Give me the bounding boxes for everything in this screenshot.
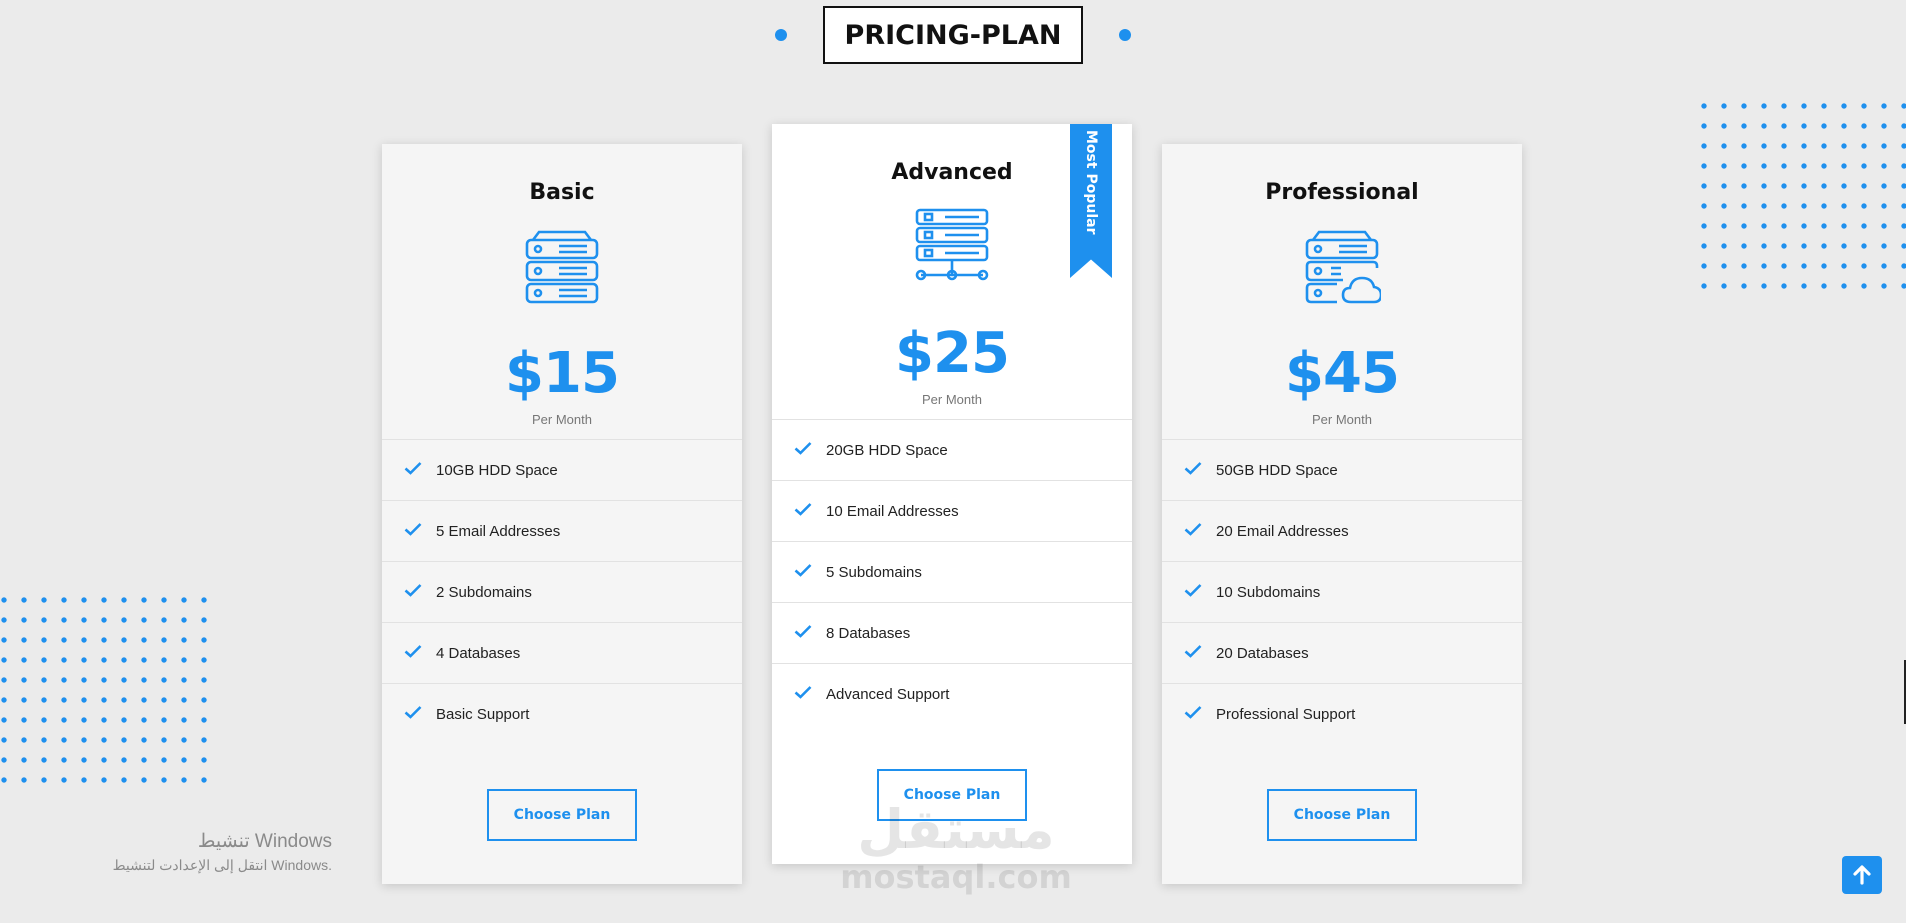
- feature-label: 2 Subdomains: [436, 583, 532, 601]
- check-icon: [404, 461, 426, 479]
- feature-label: 8 Databases: [826, 624, 911, 642]
- check-icon: [404, 644, 426, 662]
- windows-activation-notice: تنشيط Windows انتقل إلى الإعدادت لتنشيط …: [96, 830, 332, 874]
- title-dot-right: [1119, 29, 1132, 41]
- plan-card-basic: Basic $15 Per Month 10GB HDD Space 5 Ema…: [382, 144, 742, 884]
- plan-name: Basic: [529, 180, 595, 205]
- check-icon: [404, 705, 426, 723]
- feature-item: 2 Subdomains: [382, 562, 742, 623]
- feature-label: Professional Support: [1216, 705, 1356, 723]
- check-icon: [1184, 583, 1206, 601]
- choose-plan-button[interactable]: Choose Plan: [1267, 789, 1417, 841]
- feature-label: 5 Email Addresses: [436, 522, 561, 540]
- check-icon: [1184, 461, 1206, 479]
- feature-label: 5 Subdomains: [826, 563, 922, 581]
- page-title: PRICING-PLAN: [822, 6, 1084, 64]
- plan-period: Per Month: [532, 412, 592, 427]
- feature-label: 4 Databases: [436, 644, 521, 662]
- feature-item: 10GB HDD Space: [382, 440, 742, 501]
- choose-plan-button[interactable]: Choose Plan: [487, 789, 637, 841]
- feature-label: Basic Support: [436, 705, 530, 723]
- decor-dots-left: [0, 590, 210, 790]
- feature-item: 5 Subdomains: [772, 542, 1132, 603]
- feature-label: 50GB HDD Space: [1216, 461, 1338, 479]
- most-popular-ribbon: Most Popular: [1070, 124, 1112, 278]
- windows-activation-subtitle: انتقل إلى الإعدادت لتنشيط Windows.: [112, 857, 332, 873]
- check-icon: [404, 522, 426, 540]
- check-icon: [1184, 644, 1206, 662]
- feature-item: 10 Email Addresses: [772, 481, 1132, 542]
- feature-label: 20 Databases: [1216, 644, 1309, 662]
- check-icon: [794, 563, 816, 581]
- watermark-arabic: مستقل: [857, 798, 1055, 861]
- plan-price: $25: [895, 321, 1010, 386]
- feature-item: 20GB HDD Space: [772, 420, 1132, 481]
- feature-item: 20 Email Addresses: [1162, 501, 1522, 562]
- check-icon: [1184, 522, 1206, 540]
- feature-label: 20GB HDD Space: [826, 441, 948, 459]
- check-icon: [794, 685, 816, 703]
- feature-item: Advanced Support: [772, 664, 1132, 724]
- feature-list: 10GB HDD Space 5 Email Addresses 2 Subdo…: [382, 439, 742, 744]
- server-cloud-icon: [1162, 228, 1522, 312]
- feature-label: Advanced Support: [826, 685, 950, 703]
- watermark-latin: mostaql.com: [840, 858, 1072, 896]
- arrow-up-icon: [1853, 865, 1871, 885]
- plan-card-advanced: Most Popular Advanced $25 Per Month 20GB…: [772, 124, 1132, 864]
- plan-period: Per Month: [1312, 412, 1372, 427]
- feature-item: 4 Databases: [382, 623, 742, 684]
- feature-label: 20 Email Addresses: [1216, 522, 1349, 540]
- plan-price: $15: [505, 341, 620, 406]
- feature-item: 10 Subdomains: [1162, 562, 1522, 623]
- feature-item: Professional Support: [1162, 684, 1522, 744]
- windows-activation-title: تنشيط Windows: [197, 831, 332, 852]
- scroll-to-top-button[interactable]: [1842, 856, 1882, 894]
- check-icon: [404, 583, 426, 601]
- feature-label: 10 Email Addresses: [826, 502, 959, 520]
- check-icon: [794, 502, 816, 520]
- check-icon: [1184, 705, 1206, 723]
- ribbon-label: Most Popular: [1083, 130, 1099, 235]
- section-header: PRICING-PLAN: [0, 6, 1906, 64]
- feature-list: 50GB HDD Space 20 Email Addresses 10 Sub…: [1162, 439, 1522, 744]
- plan-period: Per Month: [922, 392, 982, 407]
- feature-label: 10GB HDD Space: [436, 461, 558, 479]
- watermark: مستقل mostaql.com: [836, 798, 1076, 896]
- plan-name: Professional: [1265, 180, 1419, 205]
- feature-item: 20 Databases: [1162, 623, 1522, 684]
- feature-item: 50GB HDD Space: [1162, 440, 1522, 501]
- decor-dots-right: [1694, 96, 1906, 296]
- title-dot-left: [774, 29, 787, 41]
- feature-label: 10 Subdomains: [1216, 583, 1321, 601]
- feature-item: 5 Email Addresses: [382, 501, 742, 562]
- server-icon: [382, 228, 742, 312]
- feature-item: 8 Databases: [772, 603, 1132, 664]
- plan-card-professional: Professional $45 Per Month 50GB HDD Spac…: [1162, 144, 1522, 884]
- check-icon: [794, 441, 816, 459]
- check-icon: [794, 624, 816, 642]
- plan-price: $45: [1285, 341, 1400, 406]
- feature-item: Basic Support: [382, 684, 742, 744]
- feature-list: 20GB HDD Space 10 Email Addresses 5 Subd…: [772, 419, 1132, 724]
